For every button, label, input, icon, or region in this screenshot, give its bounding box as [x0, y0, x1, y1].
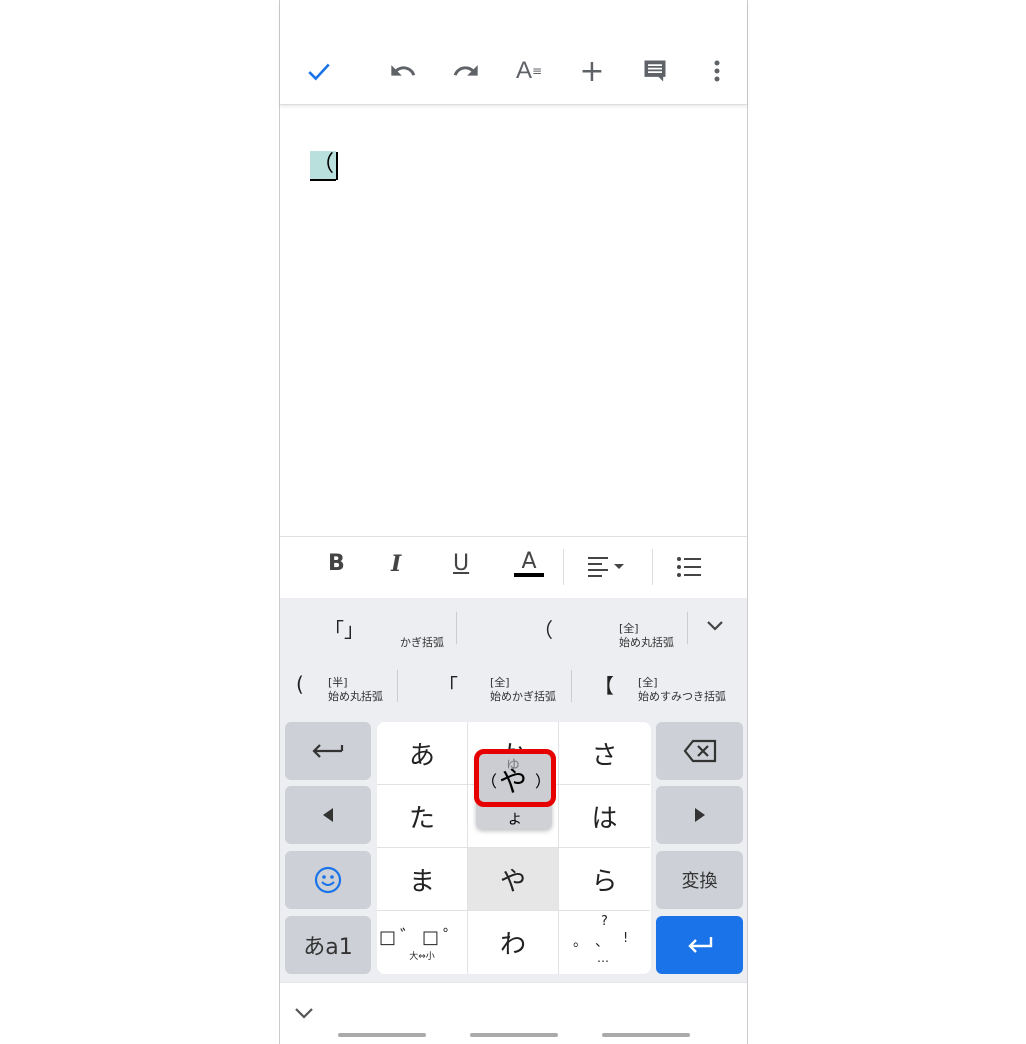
key-ma[interactable]: ま	[377, 848, 468, 911]
text-cursor	[336, 152, 339, 180]
italic-button[interactable]: I	[391, 551, 401, 577]
cursor-right-key[interactable]	[656, 786, 743, 844]
divider	[563, 549, 564, 585]
bold-button[interactable]: B	[328, 551, 345, 576]
docs-toolbar: A ≡ +	[280, 0, 747, 105]
convert-key[interactable]: 変換	[656, 851, 743, 909]
candidate-label: 始め丸括弧	[328, 690, 383, 703]
divider	[687, 612, 688, 644]
dakuten-label: □゛□゜	[378, 927, 465, 948]
text-format-icon[interactable]: A ≡	[514, 56, 544, 86]
redo-icon[interactable]	[451, 56, 481, 86]
candidate-tag: [半]	[328, 676, 348, 689]
phone-screen: A ≡ + （ B I U A 「」 かぎ括弧 （ [全] 始め丸括弧 ( [半]…	[279, 0, 748, 1044]
align-left-icon[interactable]	[586, 555, 630, 583]
cursor-left-key[interactable]	[285, 786, 371, 844]
candidate-tag: [全]	[638, 676, 658, 689]
popup-down: よ	[508, 812, 522, 828]
key-ta[interactable]: た	[377, 785, 468, 848]
popup-left: （	[481, 772, 498, 791]
candidate-glyph: 「	[438, 674, 458, 698]
key-ha[interactable]: は	[559, 785, 650, 848]
check-icon[interactable]	[304, 56, 334, 86]
punct-mid: 、	[595, 934, 609, 950]
popup-center: や	[499, 765, 528, 798]
undo-flick-key[interactable]	[285, 722, 371, 780]
candidate-label: 始め丸括弧	[619, 636, 674, 649]
dakuten-sub-label: 大⇔小	[409, 952, 435, 962]
punct-bottom: …	[597, 951, 609, 965]
input-mode-key[interactable]: あa1	[285, 916, 371, 974]
divider	[652, 549, 653, 585]
candidate-label: 始めすみつき括弧	[638, 690, 726, 703]
key-dakuten[interactable]: □゛□゜ 大⇔小	[377, 911, 468, 974]
popup-right: ）	[535, 772, 552, 791]
document-body[interactable]: （	[280, 106, 747, 536]
bullet-list-icon[interactable]	[676, 555, 702, 583]
format-bar: B I U A	[280, 536, 747, 598]
candidate-glyph: （	[533, 618, 553, 642]
ime-keyboard: 「」 かぎ括弧 （ [全] 始め丸括弧 ( [半] 始め丸括弧 「 [全] 始め…	[280, 598, 747, 982]
candidate-tag: [全]	[490, 676, 510, 689]
backspace-key[interactable]	[656, 722, 743, 780]
hide-keyboard-icon[interactable]	[292, 1003, 316, 1027]
expand-candidates-icon[interactable]	[700, 614, 730, 642]
punct-top: ?	[601, 914, 608, 929]
nav-handle	[338, 1033, 426, 1037]
undo-icon[interactable]	[388, 56, 418, 86]
composing-char: （	[310, 151, 337, 181]
key-a[interactable]: あ	[377, 722, 468, 785]
key-punctuation[interactable]: ? 。 、 ! …	[559, 911, 650, 974]
composing-text: （	[310, 150, 339, 182]
more-vert-icon[interactable]	[702, 56, 732, 86]
candidate-glyph: 「」	[324, 618, 364, 642]
underline-button[interactable]: U	[453, 551, 469, 576]
candidate-label: 始めかぎ括弧	[490, 690, 556, 703]
comment-icon[interactable]	[640, 56, 670, 86]
punct-right: !	[623, 931, 629, 946]
enter-key[interactable]	[656, 916, 743, 974]
candidate-item[interactable]: （ [全] 始め丸括弧	[457, 608, 687, 654]
candidate-item[interactable]: 「」 かぎ括弧	[280, 608, 456, 654]
nav-handle	[470, 1033, 558, 1037]
candidate-label: かぎ括弧	[400, 636, 444, 649]
nav-handle	[602, 1033, 690, 1037]
candidate-glyph: 【	[594, 674, 614, 698]
key-ya[interactable]: や	[468, 848, 559, 911]
key-sa[interactable]: さ	[559, 722, 650, 785]
candidate-tag: [全]	[619, 622, 639, 635]
add-icon[interactable]: +	[577, 54, 607, 89]
emoji-key[interactable]	[285, 851, 371, 909]
punct-left: 。	[573, 934, 587, 950]
text-color-button[interactable]: A	[514, 551, 544, 577]
candidate-glyph: (	[296, 672, 304, 696]
candidate-item[interactable]: 【 [全] 始めすみつき括弧	[572, 666, 748, 712]
key-ra[interactable]: ら	[559, 848, 650, 911]
key-wa[interactable]: わ	[468, 911, 559, 974]
candidate-item[interactable]: ( [半] 始め丸括弧	[280, 666, 397, 712]
navigation-bar	[280, 982, 747, 1044]
highlight-box: （ や ）	[474, 749, 556, 807]
candidate-item[interactable]: 「 [全] 始めかぎ括弧	[398, 666, 571, 712]
